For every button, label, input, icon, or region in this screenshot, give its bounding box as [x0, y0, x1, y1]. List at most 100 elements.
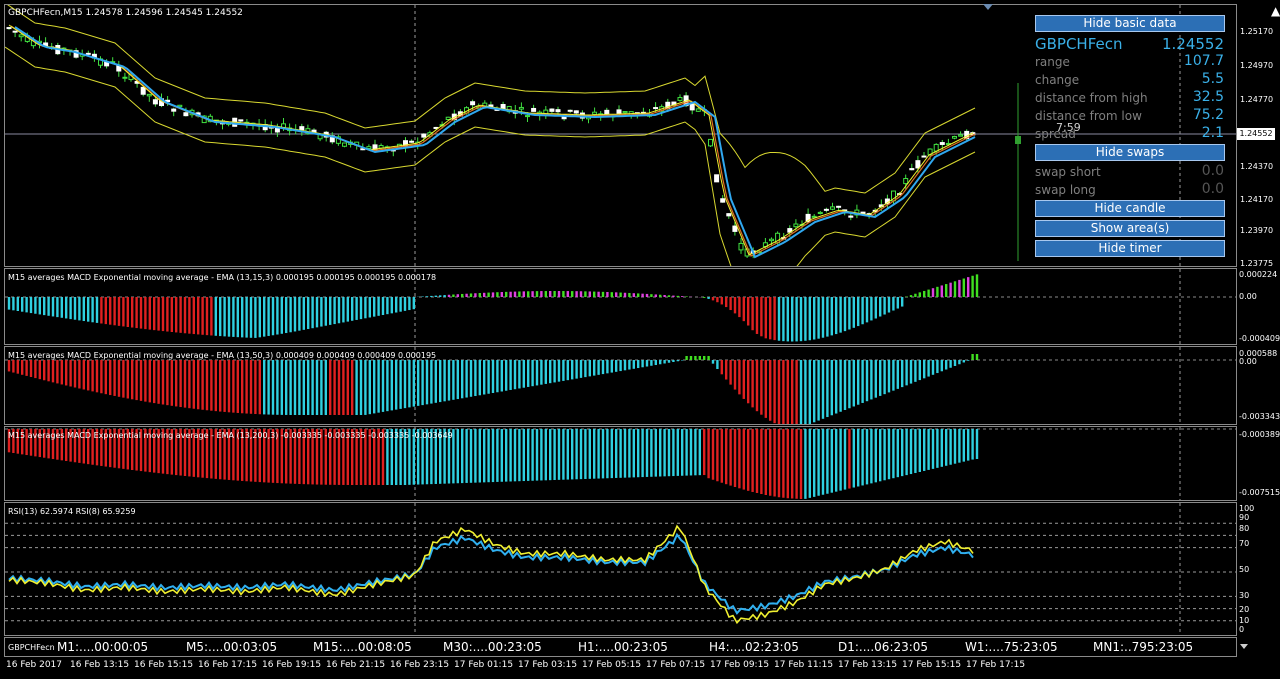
candle-body: [708, 138, 713, 147]
candle-body: [793, 223, 799, 228]
rsi-axis: 100 90 80 70 50 30 20 10 0: [1237, 502, 1280, 636]
date-label: 17 Feb 15:15: [902, 660, 962, 670]
candle-body: [958, 134, 964, 137]
axis-tick: 0: [1239, 625, 1245, 634]
axis-tick: 10: [1239, 616, 1250, 625]
candle-body: [915, 160, 921, 169]
candle-body: [604, 109, 610, 115]
axis-tick: 0.00: [1239, 357, 1257, 366]
macd-slow-axis: -0.000389 -0.007515: [1237, 426, 1280, 501]
axis-tick: 80: [1239, 524, 1250, 533]
timer-d1: D1:....06:23:05: [838, 640, 929, 654]
price-tick: 1.24170: [1240, 195, 1274, 204]
price-tick: 1.23970: [1240, 226, 1274, 235]
price-tick: 1.25170: [1240, 27, 1274, 36]
axis-tick: 90: [1239, 513, 1250, 522]
macd-medium-pane[interactable]: M15 averages MACD Exponential moving ave…: [4, 346, 1237, 425]
change-label: change: [1035, 73, 1080, 87]
candle-body: [848, 215, 854, 218]
candle-body: [677, 97, 683, 101]
candle-body: [299, 126, 305, 131]
distance-low-label: distance from low: [1035, 109, 1142, 123]
candle-body: [933, 143, 939, 152]
candle-body: [952, 135, 957, 139]
hide-timer-button[interactable]: Hide timer: [1035, 240, 1225, 257]
date-label: 16 Feb 15:15: [134, 660, 194, 670]
rsi-title: RSI(13) 62.5974 RSI(8) 65.9259: [8, 507, 136, 516]
candle-body: [555, 109, 561, 113]
candle-body: [183, 112, 189, 117]
candle-body: [811, 215, 817, 218]
candle-body: [830, 206, 835, 210]
axis-tick: 100: [1239, 504, 1255, 513]
candle-body: [140, 86, 146, 95]
scroll-indicator-icon[interactable]: [983, 4, 993, 10]
swap-short-value: 0.0: [1201, 163, 1224, 179]
macd-slow-pane[interactable]: M15 averages MACD Exponential moving ave…: [4, 426, 1237, 501]
candle-body: [525, 115, 530, 118]
timer-mn1: MN1:..795:23:05: [1093, 640, 1194, 654]
date-label: 16 Feb 2017: [6, 660, 63, 670]
axis-tick: 20: [1239, 605, 1250, 614]
candle-body: [421, 133, 427, 138]
window-corner-arrow-icon[interactable]: ▲: [1271, 4, 1280, 18]
candle-body: [903, 178, 909, 185]
hide-basic-data-button[interactable]: Hide basic data: [1035, 15, 1225, 32]
candle-body: [592, 111, 598, 115]
timer-h4: H4:....02:23:05: [709, 640, 799, 654]
symbol-price: 1.24552: [1161, 35, 1224, 53]
candle-body: [738, 242, 744, 251]
date-label: 16 Feb 23:15: [390, 660, 450, 670]
date-label: 17 Feb 05:15: [582, 660, 642, 670]
axis-tick: -0.007515: [1239, 488, 1280, 497]
timer-h1: H1:....00:23:05: [578, 640, 668, 654]
price-tick: 1.24970: [1240, 61, 1274, 70]
date-label: 17 Feb 03:15: [518, 660, 578, 670]
macd-medium-axis: 0.000588 0.00 -0.003343: [1237, 346, 1280, 425]
pane-menu-arrow-icon[interactable]: [1240, 644, 1248, 649]
show-areas-button[interactable]: Show area(s): [1035, 220, 1225, 237]
date-label: 16 Feb 13:15: [70, 660, 130, 670]
spread-label: spread: [1035, 127, 1076, 141]
candle-body: [939, 142, 945, 145]
swap-long-value: 0.0: [1201, 181, 1224, 197]
timer-w1: W1:....75:23:05: [965, 640, 1058, 654]
ema-mid-line: [8, 24, 974, 256]
candle-body: [18, 34, 24, 38]
spread-value: 2.1: [1201, 125, 1224, 141]
distance-high-label: distance from high: [1035, 91, 1148, 105]
current-price-marker: 1.24552: [1237, 128, 1275, 140]
candle-body: [622, 111, 628, 114]
candle-body: [122, 76, 128, 79]
rsi-pane[interactable]: RSI(13) 62.5974 RSI(8) 65.9259: [4, 502, 1237, 636]
distance-high-value: 32.5: [1192, 89, 1224, 105]
candle-body: [409, 140, 415, 143]
candle-body: [720, 198, 726, 203]
ema-fast-line: [10, 25, 976, 257]
candle-body: [836, 205, 842, 208]
candle-body: [695, 108, 701, 112]
candle-body: [531, 107, 537, 112]
candle-body: [146, 93, 152, 97]
swap-short-label: swap short: [1035, 165, 1101, 179]
timer-m1: M1:....00:00:05: [57, 640, 149, 654]
date-label: 17 Feb 09:15: [710, 660, 770, 670]
price-tick: 1.24770: [1240, 95, 1274, 104]
candle-body: [152, 99, 158, 105]
hide-candle-button[interactable]: Hide candle: [1035, 200, 1225, 217]
candle-body: [12, 30, 18, 33]
date-label: 17 Feb 07:15: [646, 660, 706, 670]
candle-body: [573, 110, 579, 114]
candle-body: [714, 174, 720, 183]
candle-body: [823, 208, 829, 211]
candle-body: [769, 238, 774, 242]
axis-tick: 0.000224: [1239, 270, 1278, 279]
macd-fast-pane[interactable]: M15 averages MACD Exponential moving ave…: [4, 268, 1237, 345]
hide-swaps-button[interactable]: Hide swaps: [1035, 144, 1225, 161]
distance-low-value: 75.2: [1192, 107, 1224, 123]
axis-tick: 50: [1239, 565, 1250, 574]
symbol-name: GBPCHFecn: [1035, 35, 1123, 53]
candle-body: [567, 109, 573, 112]
macd-medium-title: M15 averages MACD Exponential moving ave…: [8, 351, 437, 360]
date-label: 16 Feb 21:15: [326, 660, 386, 670]
